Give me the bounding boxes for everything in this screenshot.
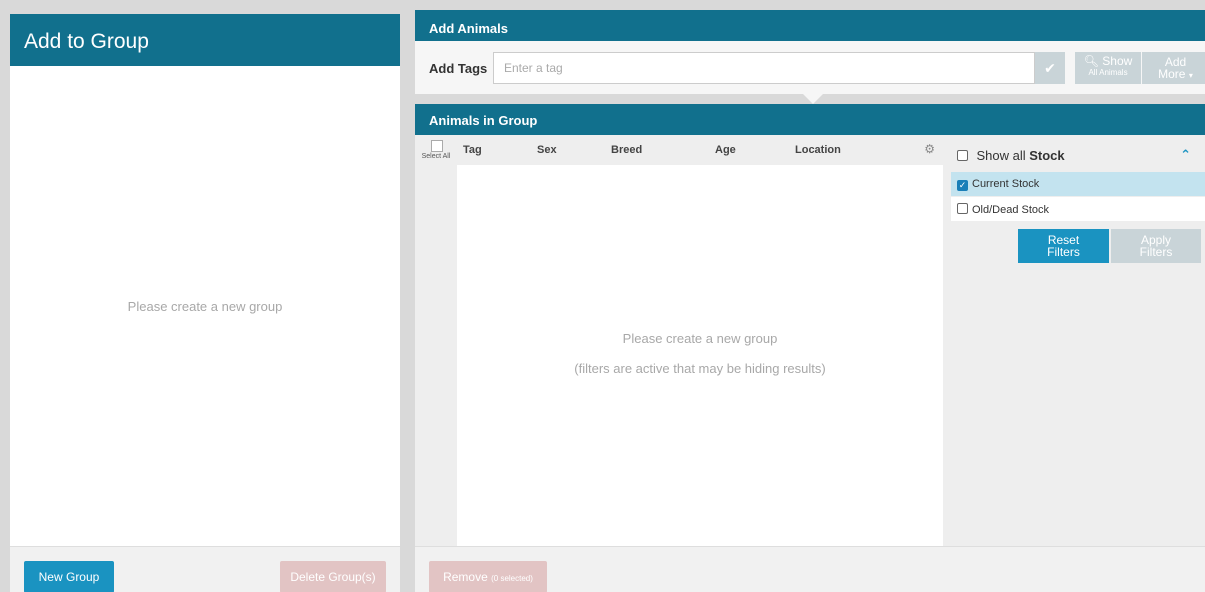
- checkmark-icon: ✔: [1044, 60, 1056, 76]
- empty-table-message: Please create a new group: [622, 331, 778, 346]
- confirm-tag-button[interactable]: ✔: [1035, 52, 1065, 84]
- filter-current-stock[interactable]: ✓ Current Stock: [951, 172, 1205, 196]
- remove-label: Remove: [443, 570, 488, 584]
- remove-button[interactable]: Remove (0 selected): [429, 561, 547, 592]
- column-header-sex[interactable]: Sex: [537, 144, 557, 156]
- search-icon: 🔍︎: [1083, 54, 1099, 68]
- column-header-tag[interactable]: Tag: [463, 144, 482, 156]
- caret-down-icon: ▾: [1188, 71, 1193, 80]
- pointer-arrow: [803, 94, 823, 104]
- select-all-checkbox[interactable]: [431, 140, 443, 152]
- reset-label-2: Filters: [1047, 245, 1080, 259]
- left-footer: New Group Delete Group(s): [10, 546, 400, 592]
- show-all-animals-button[interactable]: 🔍︎ Show All Animals: [1075, 52, 1141, 84]
- select-column: Select All: [415, 135, 457, 546]
- gear-icon[interactable]: ⚙: [924, 142, 935, 156]
- show-all-stock-checkbox[interactable]: [957, 150, 968, 161]
- tag-entry-row: Add Tags Enter a tag ✔ 🔍︎ Show All Anima…: [429, 52, 1205, 84]
- column-header-location[interactable]: Location: [795, 144, 841, 156]
- animals-table: Select All Tag Sex Breed Age Location ⚙ …: [415, 135, 943, 546]
- column-header-age[interactable]: Age: [715, 144, 736, 156]
- panel-title: Add to Group: [10, 14, 400, 66]
- filter-old-dead-stock[interactable]: Old/Dead Stock: [951, 197, 1205, 221]
- column-header-breed[interactable]: Breed: [611, 144, 642, 156]
- show-label: Show: [1102, 54, 1133, 68]
- add-more-dropdown[interactable]: Add More ▾: [1142, 52, 1205, 84]
- group-footer: Remove (0 selected): [415, 546, 1205, 592]
- chevron-up-icon[interactable]: ⌃: [1180, 147, 1191, 163]
- tag-input[interactable]: Enter a tag: [493, 52, 1035, 84]
- add-tags-label: Add Tags: [429, 61, 488, 76]
- select-all-label: Select All: [421, 153, 451, 160]
- add-more-label-2: More: [1158, 67, 1186, 81]
- add-animals-title: Add Animals: [415, 10, 1205, 41]
- show-all-stock-label: Show all Stock: [976, 148, 1065, 163]
- filter-panel: Show all Stock ⌃ ✓ Current Stock Old/Dead…: [943, 135, 1205, 546]
- show-sub-label: All Animals: [1088, 68, 1128, 77]
- old-dead-stock-label: Old/Dead Stock: [972, 204, 1050, 216]
- old-dead-stock-checkbox[interactable]: [957, 203, 968, 214]
- delete-groups-button[interactable]: Delete Group(s): [280, 561, 386, 592]
- animals-in-group-title: Animals in Group: [415, 104, 1205, 135]
- apply-label-2: Filters: [1139, 245, 1173, 259]
- apply-filters-button[interactable]: Apply Filters: [1111, 229, 1201, 263]
- show-all-stock-row[interactable]: Show all Stock ⌃: [957, 147, 1195, 167]
- table-header: Tag Sex Breed Age Location ⚙: [457, 135, 943, 165]
- current-stock-label: Current Stock: [972, 178, 1040, 190]
- animals-in-group-panel: Animals in Group Select All Tag Sex Bree…: [415, 104, 1205, 592]
- remove-count: (0 selected): [491, 574, 533, 583]
- table-body: Please create a new group (filters are a…: [457, 165, 943, 546]
- empty-groups-message: Please create a new group: [127, 298, 283, 314]
- current-stock-checkbox[interactable]: ✓: [957, 180, 968, 191]
- group-list: Please create a new group: [10, 66, 400, 546]
- reset-filters-button[interactable]: Reset Filters: [1018, 229, 1109, 263]
- add-animals-panel: Add Animals Add Tags Enter a tag ✔ 🔍︎ Sh…: [415, 10, 1205, 104]
- new-group-button[interactable]: New Group: [24, 561, 114, 592]
- filter-notice: (filters are active that may be hiding r…: [574, 361, 826, 376]
- add-to-group-panel: Add to Group Please create a new group N…: [10, 14, 400, 592]
